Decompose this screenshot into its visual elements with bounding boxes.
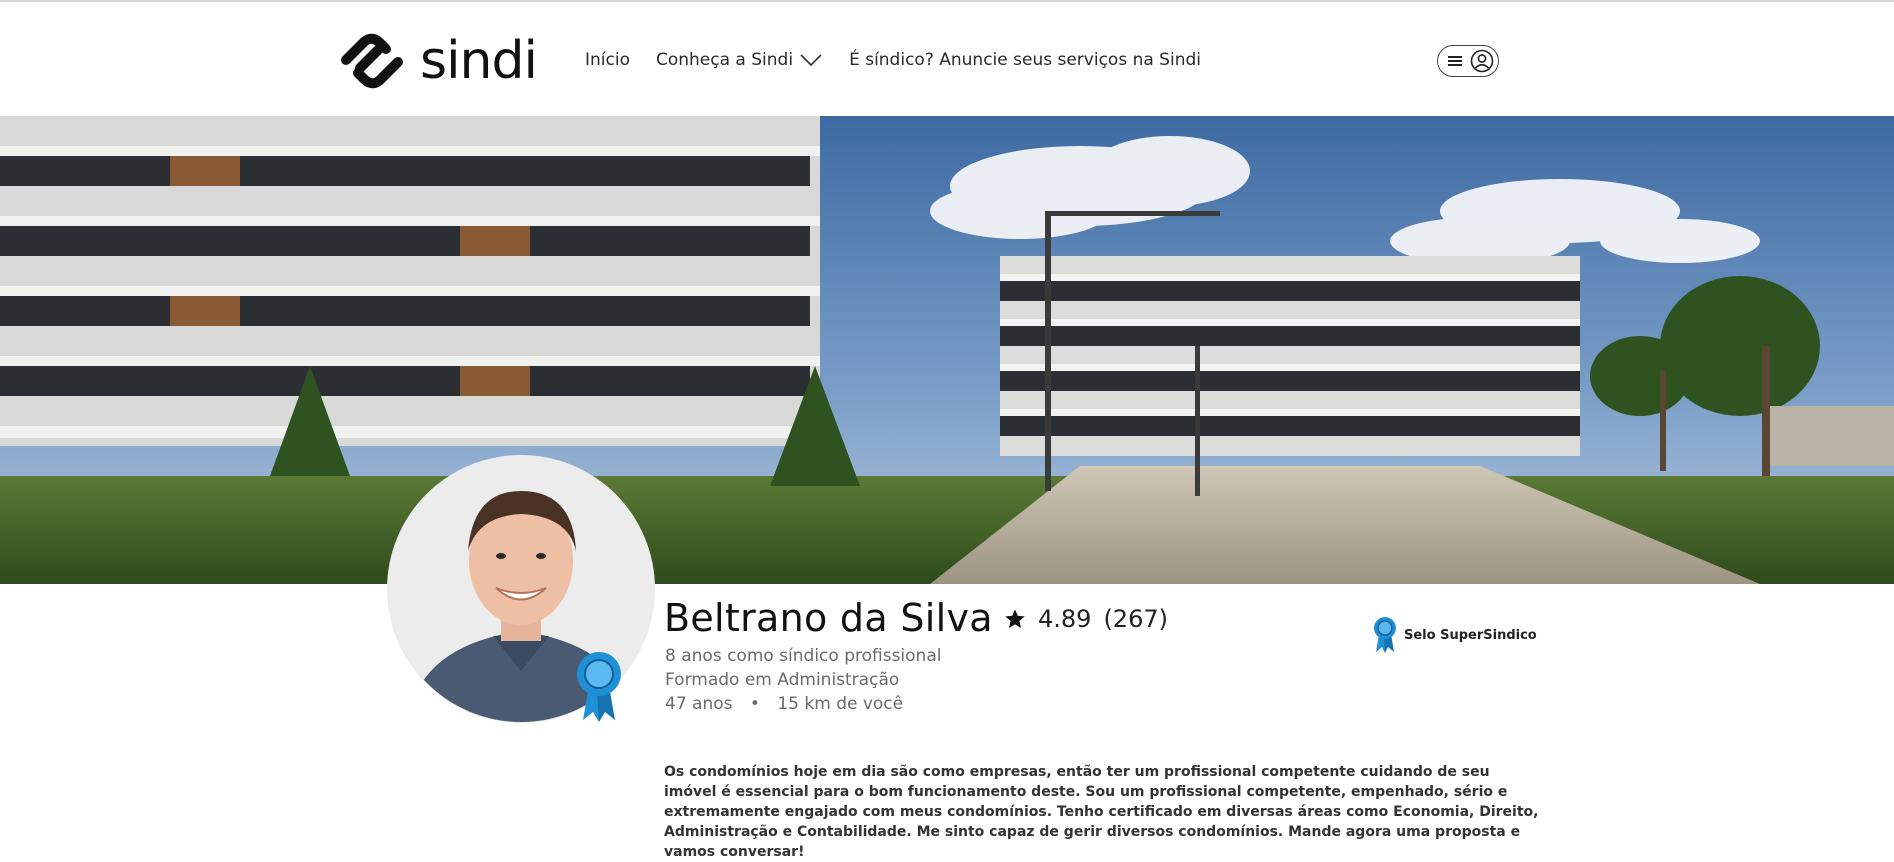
- profile-name: Beltrano da Silva: [664, 596, 993, 640]
- user-menu-button[interactable]: [1437, 45, 1499, 77]
- chevron-down-icon: [800, 54, 822, 67]
- sindi-logo[interactable]: sindi: [336, 30, 538, 92]
- sindi-logo-icon: [341, 33, 403, 89]
- nav-anuncie[interactable]: É síndico? Anuncie seus serviços na Sind…: [849, 50, 1201, 70]
- separator-dot: •: [749, 694, 760, 714]
- rating-value: 4.89: [1038, 605, 1092, 633]
- experience-text: 8 anos como síndico profissional: [665, 646, 942, 666]
- user-icon: [1470, 49, 1494, 73]
- profile-bio: Os condomínios hoje em dia são como empr…: [664, 764, 1539, 860]
- hamburger-icon: [1448, 56, 1462, 66]
- nav-conheca-label: Conheça a Sindi: [655, 50, 794, 70]
- star-icon: [1005, 609, 1025, 628]
- seal-label: Selo SuperSindico: [1404, 627, 1537, 643]
- education-text: Formado em Administração: [665, 670, 900, 690]
- main-nav: Início Conheça a Sindi É síndico? Anunci…: [585, 50, 1227, 70]
- supersindico-seal: Selo SuperSindico: [1372, 616, 1537, 654]
- age-text: 47 anos: [665, 694, 733, 714]
- ribbon-icon: [1374, 617, 1396, 653]
- rating: 4.89 (267): [1004, 605, 1168, 633]
- brand-name: sindi: [420, 31, 538, 91]
- review-count[interactable]: (267): [1103, 605, 1168, 633]
- site-header: sindi Início Conheça a Sindi É síndico? …: [0, 2, 1894, 116]
- supersindico-badge-icon: [577, 652, 621, 722]
- nav-inicio[interactable]: Início: [585, 50, 630, 70]
- nav-conheca-dropdown[interactable]: Conheça a Sindi: [656, 50, 823, 70]
- cover-image: [0, 116, 1894, 584]
- age-distance: 47 anos • 15 km de você: [665, 694, 903, 714]
- distance-text: 15 km de você: [777, 694, 904, 714]
